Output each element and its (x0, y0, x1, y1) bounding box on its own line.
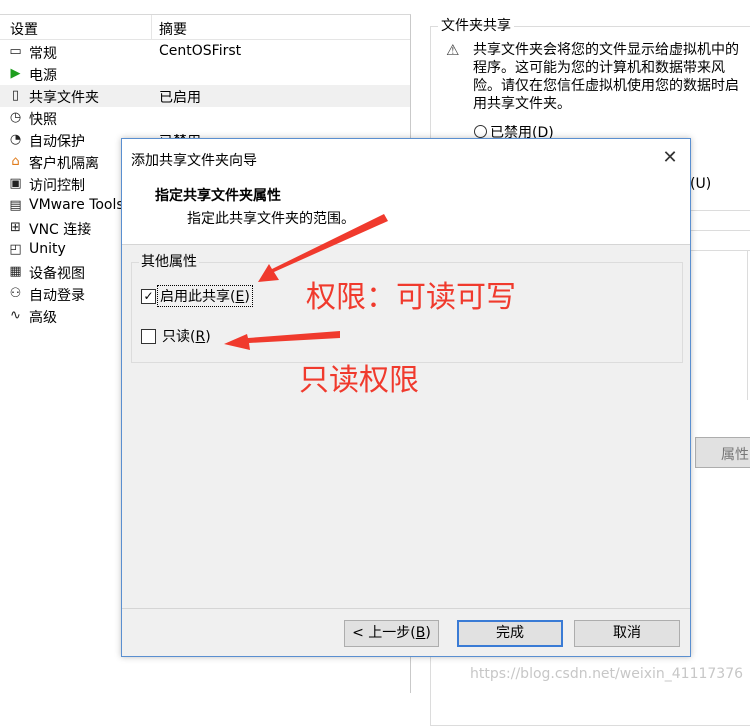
annotation-read-only: 只读权限 (299, 363, 419, 398)
annotation-read-write: 权限：可读可写 (306, 280, 516, 315)
watermark: https://blog.csdn.net/weixin_41117376 (470, 666, 744, 682)
arrow-to-read-only (224, 331, 340, 350)
annotation-arrows (224, 214, 388, 350)
